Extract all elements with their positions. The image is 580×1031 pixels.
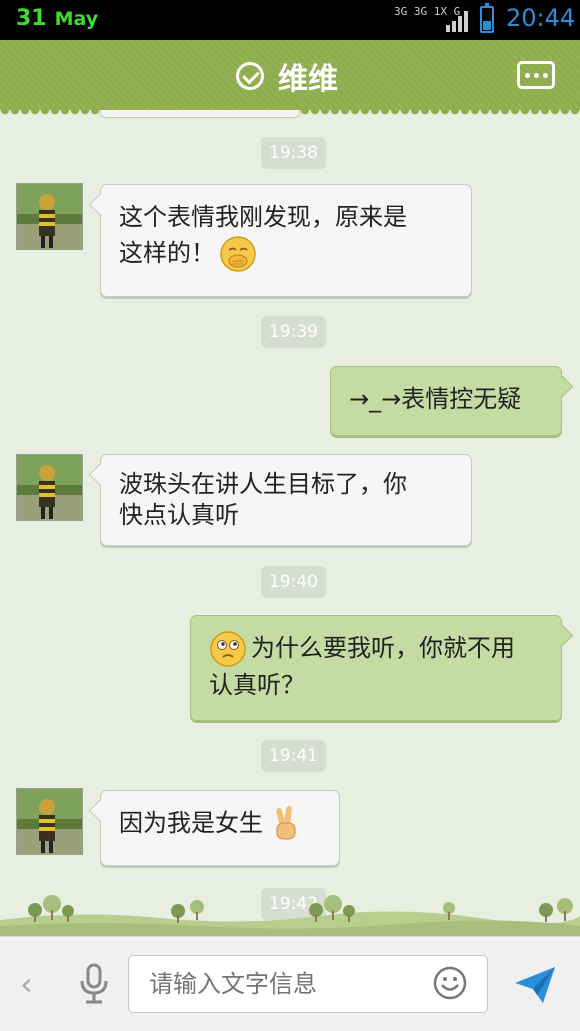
message-list[interactable]: 19:38 这个表情我刚发现，原来是 这样的！ 19:39 →_→表情控无疑 波… bbox=[0, 110, 580, 936]
battery-fill bbox=[483, 21, 491, 30]
send-plane-icon[interactable] bbox=[513, 965, 557, 1005]
message-text-line-2: 这样的！ bbox=[119, 235, 453, 273]
more-dots-icon bbox=[524, 72, 530, 78]
contact-avatar[interactable] bbox=[16, 788, 83, 855]
status-date-month: May bbox=[54, 8, 99, 30]
status-bar: 31 May 3G 3G 1X G 20:44 bbox=[0, 0, 580, 40]
status-date: 31 May bbox=[16, 6, 98, 31]
chat-title: 维维 bbox=[278, 62, 338, 97]
message-text: 为什么要我听，你就不用 bbox=[251, 634, 515, 662]
shy-hiding-emoji bbox=[220, 236, 256, 272]
message-timestamp: 19:39 bbox=[261, 316, 326, 348]
back-chevron-icon[interactable]: ‹ bbox=[20, 965, 33, 1003]
message-text-line-2: 认真听？ bbox=[209, 671, 305, 699]
message-text: →_→表情控无疑 bbox=[349, 385, 522, 413]
check-circle-icon bbox=[236, 62, 264, 90]
contact-avatar[interactable] bbox=[16, 454, 83, 521]
message-text-line: 因为我是女生 bbox=[119, 805, 321, 843]
incoming-message-bubble[interactable]: 这个表情我刚发现，原来是 这样的！ bbox=[100, 184, 472, 297]
incoming-message-bubble[interactable]: 因为我是女生 bbox=[100, 790, 340, 866]
smiley-icon[interactable] bbox=[433, 966, 467, 1000]
chat-title-group[interactable]: 维维 bbox=[236, 54, 338, 98]
outgoing-message-bubble[interactable]: 为什么要我听，你就不用 认真听？ bbox=[190, 615, 562, 721]
avatar-photo bbox=[17, 789, 82, 854]
chat-header: 维维 bbox=[0, 40, 580, 116]
microphone-icon[interactable] bbox=[78, 963, 110, 1005]
message-timestamp: 19:38 bbox=[261, 137, 326, 169]
message-input[interactable] bbox=[149, 970, 409, 998]
avatar-photo bbox=[17, 184, 82, 249]
message-timestamp: 19:41 bbox=[261, 740, 326, 772]
message-text-line: 为什么要我听，你就不用 bbox=[209, 630, 543, 668]
message-text-line: 这个表情我刚发现，原来是 bbox=[119, 203, 407, 231]
contact-avatar[interactable] bbox=[16, 183, 83, 250]
message-text-line: 波珠头在讲人生目标了，你 bbox=[119, 470, 407, 498]
message-input-bar: ‹ bbox=[0, 936, 580, 1031]
victory-hand-emoji bbox=[276, 806, 296, 840]
decorative-scenery bbox=[0, 895, 580, 936]
previous-message-bubble bbox=[100, 110, 300, 118]
more-dot bbox=[542, 72, 548, 78]
message-text-line-2: 快点认真听 bbox=[119, 501, 239, 529]
status-clock: 20:44 bbox=[506, 4, 576, 32]
signal-strength-icon bbox=[446, 11, 468, 32]
avatar-photo bbox=[17, 455, 82, 520]
message-text: 因为我是女生 bbox=[119, 809, 263, 837]
more-dot bbox=[533, 72, 539, 78]
incoming-message-bubble[interactable]: 波珠头在讲人生目标了，你 快点认真听 bbox=[100, 454, 472, 546]
more-options-button[interactable] bbox=[517, 61, 555, 89]
battery-icon bbox=[480, 3, 494, 33]
message-text: 这样的！ bbox=[119, 239, 215, 267]
message-timestamp: 19:40 bbox=[261, 566, 326, 598]
status-date-day: 31 bbox=[16, 6, 47, 31]
outgoing-message-bubble[interactable]: →_→表情控无疑 bbox=[330, 366, 562, 436]
puzzled-emoji bbox=[210, 631, 246, 667]
